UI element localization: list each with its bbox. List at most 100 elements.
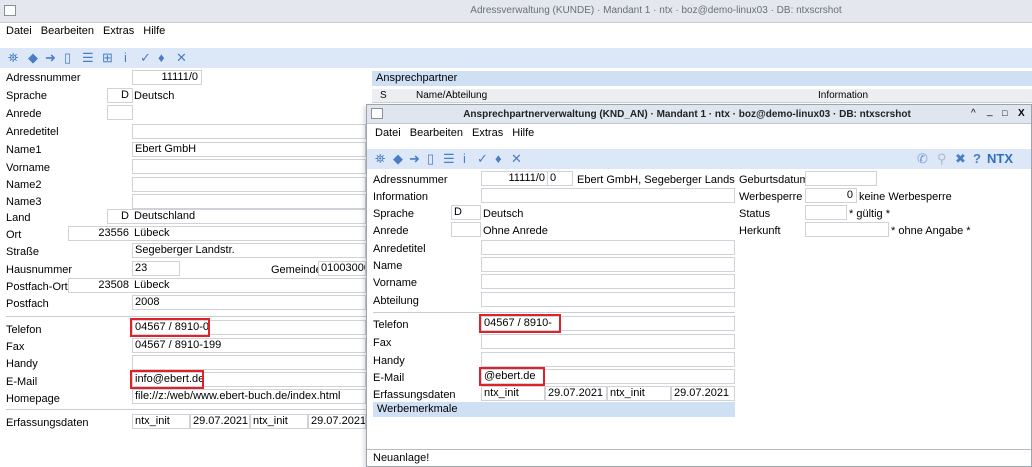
dlg-fax-field[interactable] — [481, 334, 735, 349]
help-icon[interactable]: ? — [973, 151, 981, 167]
land-text-field[interactable]: Deutschland — [132, 209, 366, 224]
ntx-logo[interactable]: NTX — [987, 151, 1013, 167]
homepage-field[interactable]: file://z:/web/www.ebert-buch.de/index.ht… — [132, 389, 366, 404]
column-s[interactable]: S — [380, 89, 387, 102]
name3-field[interactable] — [132, 194, 366, 209]
check-icon[interactable]: ✓ — [477, 151, 488, 167]
menu-hilfe[interactable]: Hilfe — [143, 25, 165, 37]
info-icon[interactable]: i — [463, 151, 466, 167]
erfassung-user1-field[interactable]: ntx_init — [132, 414, 190, 429]
dlg-status-field[interactable] — [805, 205, 847, 220]
delete-icon[interactable]: ✕ — [176, 50, 187, 66]
vorname-field[interactable] — [132, 159, 366, 174]
postfach-field[interactable]: 2008 — [132, 295, 366, 310]
dlg-adress-index-field[interactable]: 0 — [547, 171, 573, 186]
dlg-erfassung-user1-field[interactable]: ntx_init — [481, 386, 545, 401]
dialog-menu-bearbeiten[interactable]: Bearbeiten — [410, 127, 463, 139]
tree-icon[interactable]: ⊞ — [102, 50, 113, 66]
dialog-menu-extras[interactable]: Extras — [472, 127, 503, 139]
name2-field[interactable] — [132, 177, 366, 192]
list-icon[interactable]: ☰ — [443, 151, 455, 167]
dlg-label-sprache: Sprache — [373, 208, 414, 220]
dlg-abteilung-field[interactable] — [481, 292, 735, 307]
handy-field[interactable] — [132, 355, 366, 370]
delete-icon[interactable]: ✕ — [511, 151, 522, 167]
dlg-erfassung-date2-field[interactable]: 29.07.2021 — [671, 386, 735, 401]
divider — [373, 312, 735, 313]
binoculars-icon[interactable]: ⛯ — [375, 151, 385, 167]
anredetitel-field[interactable] — [132, 124, 366, 139]
anrede-field[interactable] — [107, 105, 133, 120]
dlg-label-anrede: Anrede — [373, 225, 409, 237]
shade-button[interactable]: ^ — [971, 108, 976, 119]
hausnummer-field[interactable]: 23 — [132, 261, 180, 276]
land-code-field[interactable]: D — [107, 209, 133, 224]
maximize-button[interactable]: □ — [1002, 108, 1007, 118]
gemeinde-field[interactable]: 01003000 — [318, 261, 366, 276]
dlg-erfassung-user2-field[interactable]: ntx_init — [607, 386, 671, 401]
postfach-ort-field[interactable]: Lübeck — [132, 278, 366, 293]
dlg-herkunft-text: * ohne Angabe * — [891, 225, 971, 237]
dlg-label-abteilung: Abteilung — [373, 295, 419, 307]
arrow-left-icon[interactable]: ◆ — [28, 50, 38, 66]
werbemerkmale-header[interactable]: Werbemerkmale — [373, 402, 735, 417]
adressnummer-field[interactable]: 11111/0 — [132, 70, 202, 85]
name1-field[interactable]: Ebert GmbH — [132, 142, 366, 157]
label-name3: Name3 — [6, 196, 42, 208]
check-icon[interactable]: ✓ — [140, 50, 151, 66]
dialog-menu-datei[interactable]: Datei — [375, 127, 401, 139]
tools-icon[interactable]: ✖ — [955, 151, 966, 167]
new-document-icon[interactable]: ▯ — [64, 50, 71, 66]
divider — [6, 409, 366, 410]
dlg-sprache-code-field[interactable]: D — [451, 205, 481, 220]
dlg-label-werbesperre: Werbesperre — [739, 191, 803, 203]
arrow-left-icon[interactable]: ◆ — [393, 151, 403, 167]
flame-icon[interactable]: ♦ — [495, 151, 502, 167]
erfassung-user2-field[interactable]: ntx_init — [250, 414, 308, 429]
ort-plz-field[interactable]: 23556 — [68, 226, 133, 241]
arrow-right-icon[interactable]: ➜ — [45, 50, 56, 66]
fax-field[interactable]: 04567 / 8910-199 — [132, 338, 366, 353]
dlg-geburtsdatum-field[interactable] — [805, 171, 877, 186]
info-icon[interactable]: i — [124, 50, 127, 66]
dialog-menu-hilfe[interactable]: Hilfe — [512, 127, 534, 139]
erfassung-date2-field[interactable]: 29.07.2021 — [308, 414, 366, 429]
strasse-field[interactable]: Segeberger Landstr. — [132, 243, 366, 258]
plug-icon[interactable]: ⚲ — [937, 151, 947, 167]
dlg-status-text: * gültig * — [849, 208, 890, 220]
close-button[interactable]: X — [1018, 108, 1025, 119]
menu-datei[interactable]: Datei — [6, 25, 32, 37]
phone-icon[interactable]: ✆ — [917, 151, 928, 167]
dlg-handy-field[interactable] — [481, 352, 735, 367]
dlg-herkunft-field[interactable] — [805, 222, 889, 237]
flame-icon[interactable]: ♦ — [158, 50, 165, 66]
sprache-code-field[interactable]: D — [107, 88, 133, 103]
dlg-werbesperre-field[interactable]: 0 — [805, 188, 857, 203]
column-name-abteilung[interactable]: Name/Abteilung — [416, 89, 487, 102]
label-anrede: Anrede — [6, 108, 42, 120]
dialog-title: Ansprechpartnerverwaltung (KND_AN) · Man… — [463, 109, 911, 120]
postfach-plz-field[interactable]: 23508 — [68, 278, 133, 293]
new-document-icon[interactable]: ▯ — [427, 151, 434, 167]
erfassung-date1-field[interactable]: 29.07.2021 — [190, 414, 250, 429]
dlg-vorname-field[interactable] — [481, 274, 735, 289]
dialog-titlebar: Ansprechpartnerverwaltung (KND_AN) · Man… — [367, 105, 1031, 124]
label-postfach-ort: Postfach-Ort — [6, 281, 68, 293]
minimize-button[interactable]: _ — [987, 106, 993, 117]
label-strasse: Straße — [6, 246, 40, 258]
dlg-label-anredetitel: Anredetitel — [373, 243, 426, 255]
arrow-right-icon[interactable]: ➜ — [409, 151, 420, 167]
dlg-erfassung-date1-field[interactable]: 29.07.2021 — [545, 386, 607, 401]
binoculars-icon[interactable]: ⛯ — [8, 50, 18, 66]
dlg-name-field[interactable] — [481, 257, 735, 272]
list-icon[interactable]: ☰ — [82, 50, 94, 66]
dlg-adressnummer-field[interactable]: 11111/0 — [481, 171, 549, 186]
dlg-anrede-field[interactable] — [451, 222, 481, 237]
dlg-anredetitel-field[interactable] — [481, 240, 735, 255]
menu-bearbeiten[interactable]: Bearbeiten — [41, 25, 94, 37]
label-homepage: Homepage — [6, 393, 60, 405]
menu-extras[interactable]: Extras — [103, 25, 134, 37]
dlg-information-field[interactable] — [481, 188, 735, 203]
column-information[interactable]: Information — [818, 89, 868, 102]
ort-field[interactable]: Lübeck — [132, 226, 366, 241]
